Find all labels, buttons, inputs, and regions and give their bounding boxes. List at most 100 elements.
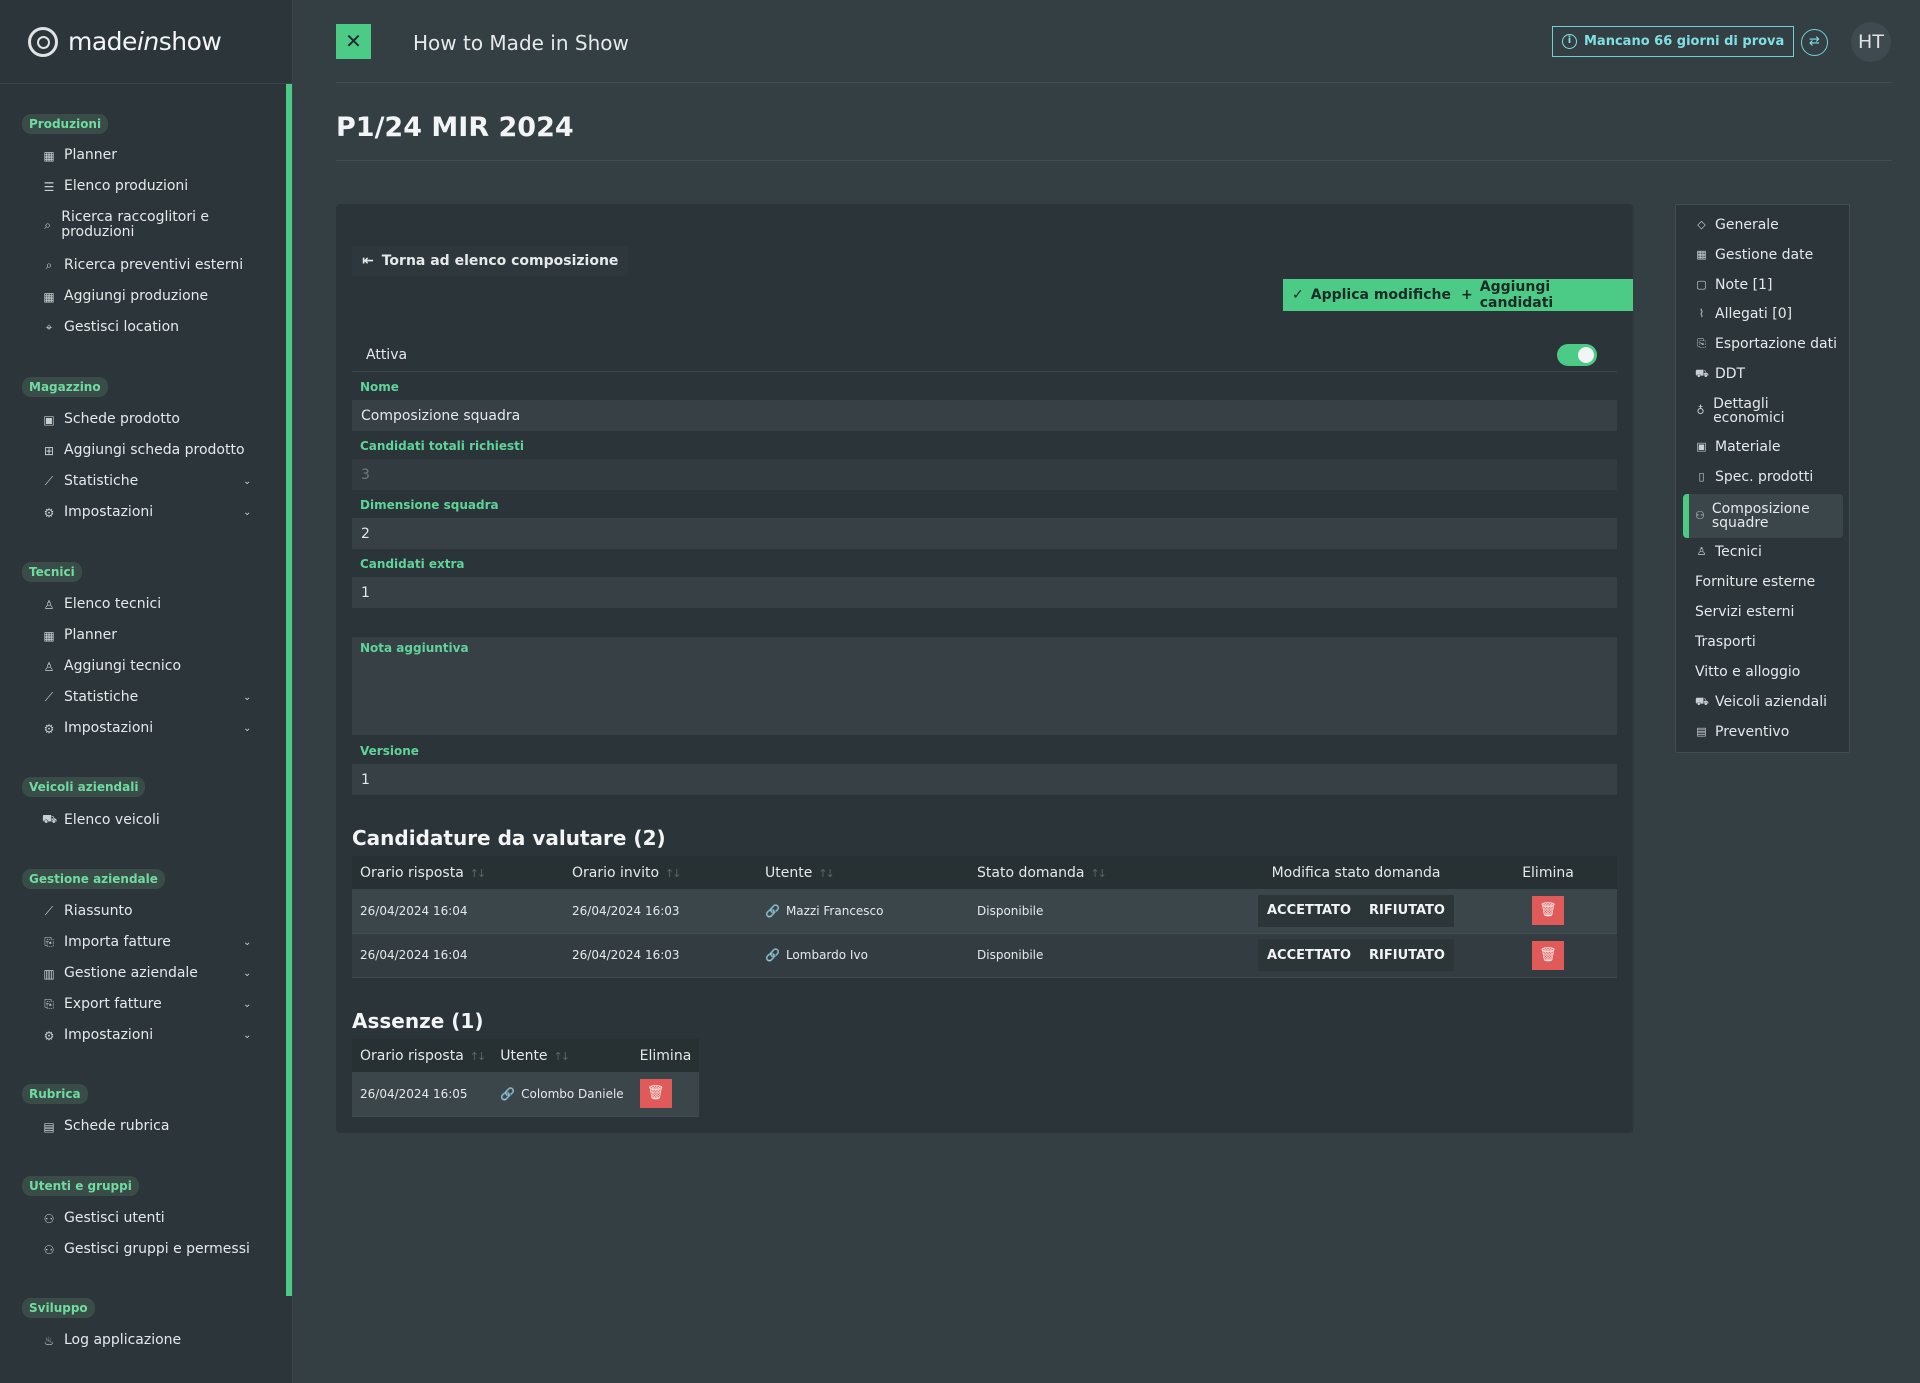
sidebar-item-aggiungi-produzione[interactable]: ▦ Aggiungi produzione xyxy=(42,289,208,304)
absences-table: Orario risposta ↑↓ Utente ↑↓ Elimina 26/04… xyxy=(352,1039,700,1117)
nav-item-servizi-esterni[interactable]: Servizi esterni xyxy=(1695,605,1794,619)
active-toggle[interactable] xyxy=(1557,344,1597,366)
sidebar-item-log-applicazione[interactable]: ♨ Log applicazione xyxy=(42,1333,182,1348)
logo[interactable]: madeinshow xyxy=(0,0,292,84)
col-reply-time[interactable]: Orario risposta ↑↓ xyxy=(352,856,564,889)
map-pin-icon: ⌖ xyxy=(45,320,53,334)
search-icon: ⌕ xyxy=(45,258,53,272)
user-cell[interactable]: 🔗 Mazzi Francesco xyxy=(757,889,969,934)
chevron-down-icon[interactable]: ⌄ xyxy=(243,476,251,487)
avatar[interactable]: HT xyxy=(1851,22,1891,62)
sidebar-scrollbar[interactable] xyxy=(286,84,292,1296)
sort-icon[interactable]: ↑↓ xyxy=(1090,867,1107,880)
col-user[interactable]: Utente ↑↓ xyxy=(757,856,969,889)
nav-item-note[interactable]: ▢ Note [1] xyxy=(1695,278,1772,292)
sidebar-item-gestisci-gruppi[interactable]: ⚇ Gestisci gruppi e permessi xyxy=(42,1242,250,1257)
sort-icon[interactable]: ↑↓ xyxy=(665,867,682,880)
nav-item-veicoli-aziendali[interactable]: ⛟ Veicoli aziendali xyxy=(1695,695,1827,709)
sidebar-item-elenco-veicoli[interactable]: ⛟ Elenco veicoli xyxy=(42,812,160,828)
nav-item-gestione-date[interactable]: ▦ Gestione date xyxy=(1695,248,1813,262)
sidebar-item-gestione-aziendale[interactable]: ▥ Gestione aziendale xyxy=(42,966,198,981)
sidebar-item-statistiche-magazzino[interactable]: ⟋ Statistiche xyxy=(42,474,138,489)
trash-icon[interactable]: 🗑 xyxy=(1532,940,1564,970)
nav-item-spec-prodotti[interactable]: ▯ Spec. prodotti xyxy=(1695,470,1813,484)
nav-item-ddt[interactable]: ⛟ DDT xyxy=(1695,367,1745,381)
accept-button[interactable]: ACCETTATO xyxy=(1258,939,1360,971)
state-cell: Disponibile xyxy=(969,889,1233,934)
sidebar-section-sviluppo: Sviluppo xyxy=(22,1298,95,1318)
reject-button[interactable]: RIFIUTATO xyxy=(1360,939,1454,971)
user-cell[interactable]: 🔗 Lombardo Ivo xyxy=(757,933,969,978)
sidebar-item-impostazioni-tecnici[interactable]: ⚙ Impostazioni xyxy=(42,721,154,736)
version-input[interactable]: 1 xyxy=(352,764,1617,795)
sidebar-item-elenco-tecnici[interactable]: ♙ Elenco tecnici xyxy=(42,597,161,612)
trash-icon[interactable]: 🗑 xyxy=(1532,896,1564,926)
nav-item-tecnici[interactable]: ♙ Tecnici xyxy=(1695,545,1762,559)
col-reply-time[interactable]: Orario risposta ↑↓ xyxy=(352,1039,493,1072)
back-to-list-button[interactable]: ⇤ Torna ad elenco composizione xyxy=(352,246,629,276)
sidebar-item-aggiungi-tecnico[interactable]: ♙ Aggiungi tecnico xyxy=(42,659,181,674)
close-button[interactable]: ✕ xyxy=(336,24,371,59)
sort-icon[interactable]: ↑↓ xyxy=(470,1050,487,1063)
nav-item-dettagli-economici[interactable]: ♁ Dettagli economici xyxy=(1695,397,1825,425)
total-candidates-label: Candidati totali richiesti xyxy=(360,439,525,453)
add-candidates-button[interactable]: + Aggiungi candidati xyxy=(1452,279,1633,311)
sidebar-item-planner[interactable]: ▦ Planner xyxy=(42,148,117,163)
sidebar-item-planner-tecnici[interactable]: ▦ Planner xyxy=(42,628,117,643)
additional-note-textarea[interactable] xyxy=(352,637,1617,735)
sidebar-item-importa-fatture[interactable]: ⎘ Importa fatture xyxy=(42,935,171,950)
apply-changes-button[interactable]: ✓ Applica modifiche xyxy=(1283,279,1460,311)
user-cell[interactable]: 🔗 Colombo Daniele xyxy=(492,1072,632,1117)
sidebar-item-elenco-produzioni[interactable]: ☰ Elenco produzioni xyxy=(42,179,189,194)
chevron-down-icon[interactable]: ⌄ xyxy=(243,692,251,703)
col-user[interactable]: Utente ↑↓ xyxy=(492,1039,632,1072)
sidebar-item-ricerca-preventivi[interactable]: ⌕ Ricerca preventivi esterni xyxy=(42,258,243,273)
sidebar-item-aggiungi-scheda-prodotto[interactable]: ⊞ Aggiungi scheda prodotto xyxy=(42,443,245,458)
nav-item-preventivo[interactable]: ▤ Preventivo xyxy=(1695,725,1789,739)
chevron-down-icon[interactable]: ⌄ xyxy=(243,999,251,1010)
chevron-down-icon[interactable]: ⌄ xyxy=(243,1030,251,1041)
sidebar-item-gestisci-utenti[interactable]: ⚇ Gestisci utenti xyxy=(42,1211,165,1226)
link-icon: 🔗 xyxy=(765,903,780,918)
sidebar-item-impostazioni-magazzino[interactable]: ⚙ Impostazioni xyxy=(42,505,154,520)
sort-icon[interactable]: ↑↓ xyxy=(470,867,487,880)
accept-button[interactable]: ACCETTATO xyxy=(1258,895,1360,927)
sidebar-item-schede-prodotto[interactable]: ▣ Schede prodotto xyxy=(42,412,180,427)
name-input[interactable]: Composizione squadra xyxy=(352,400,1617,431)
team-size-input[interactable]: 2 xyxy=(352,518,1617,549)
sidebar-item-impostazioni-aziendali[interactable]: ⚙ Impostazioni xyxy=(42,1028,154,1043)
sidebar-item-gestisci-location[interactable]: ⌖ Gestisci location xyxy=(42,320,179,335)
trash-icon[interactable]: 🗑 xyxy=(639,1079,672,1109)
trial-badge[interactable]: i Mancano 66 giorni di prova xyxy=(1552,26,1795,57)
extra-candidates-input[interactable]: 1 xyxy=(352,577,1617,608)
chevron-down-icon[interactable]: ⌄ xyxy=(243,507,251,518)
chevron-down-icon[interactable]: ⌄ xyxy=(243,968,251,979)
nav-item-generale[interactable]: ◇ Generale xyxy=(1695,218,1779,232)
chart-bar-icon: ▥ xyxy=(43,966,55,981)
sidebar-item-export-fatture[interactable]: ⎘ Export fatture xyxy=(42,997,162,1012)
nav-item-vitto-alloggio[interactable]: Vitto e alloggio xyxy=(1695,665,1800,679)
file-import-icon: ⎘ xyxy=(44,935,54,949)
nav-item-esportazione-dati[interactable]: ⎘ Esportazione dati xyxy=(1695,337,1837,351)
sidebar-section-magazzino: Magazzino xyxy=(22,377,108,397)
nav-item-forniture-esterne[interactable]: Forniture esterne xyxy=(1695,575,1815,589)
reject-button[interactable]: RIFIUTATO xyxy=(1360,895,1454,927)
sidebar-item-schede-rubrica[interactable]: ▤ Schede rubrica xyxy=(42,1119,169,1134)
sort-icon[interactable]: ↑↓ xyxy=(554,1050,571,1063)
col-state[interactable]: Stato domanda ↑↓ xyxy=(969,856,1233,889)
chevron-down-icon[interactable]: ⌄ xyxy=(243,937,251,948)
boxes-icon: ▣ xyxy=(43,412,55,427)
nav-item-trasporti[interactable]: Trasporti xyxy=(1695,635,1756,649)
sort-icon[interactable]: ↑↓ xyxy=(818,867,835,880)
switch-icon[interactable]: ⇄ xyxy=(1801,29,1828,56)
nav-item-composizione-squadre[interactable]: ⚇ Composizione squadre xyxy=(1695,502,1825,530)
extra-candidates-label: Candidati extra xyxy=(360,557,465,571)
nav-item-allegati[interactable]: ⌇ Allegati [0] xyxy=(1695,307,1792,321)
sidebar-item-ricerca-raccoglitori[interactable]: ⌕ Ricerca raccoglitori e produzioni xyxy=(42,210,242,240)
app-title: How to Made in Show xyxy=(413,31,629,55)
sidebar-item-statistiche-tecnici[interactable]: ⟋ Statistiche xyxy=(42,690,138,705)
chevron-down-icon[interactable]: ⌄ xyxy=(243,723,251,734)
col-invite-time[interactable]: Orario invito ↑↓ xyxy=(564,856,757,889)
sidebar-item-riassunto[interactable]: ⟋ Riassunto xyxy=(42,904,133,919)
nav-item-materiale[interactable]: ▣ Materiale xyxy=(1695,440,1780,454)
